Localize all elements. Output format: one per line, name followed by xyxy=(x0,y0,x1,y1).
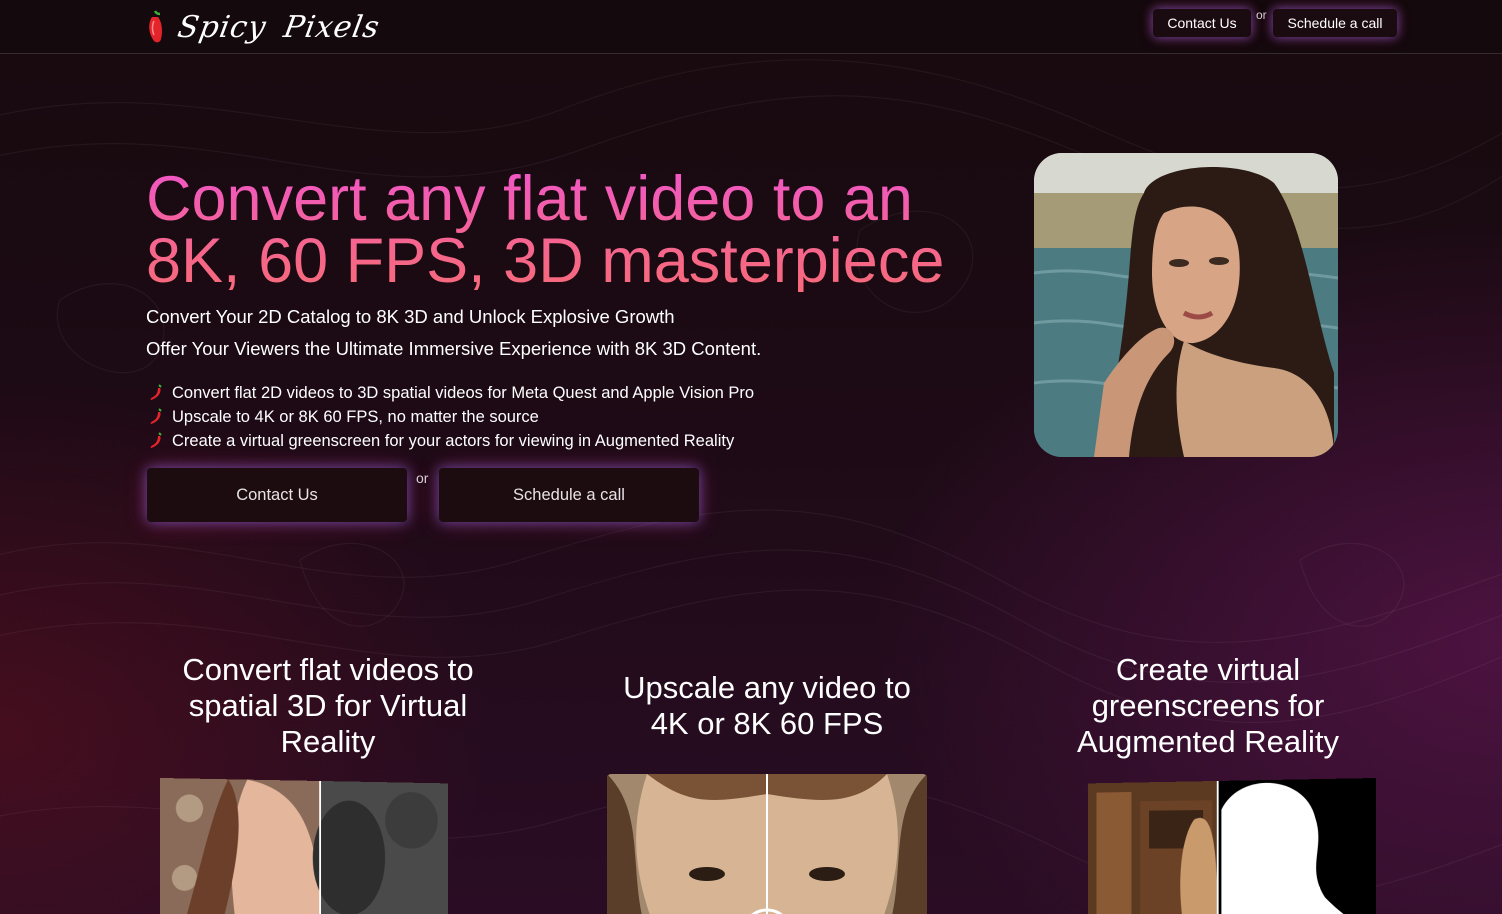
logo[interactable]: Spicy Pixels xyxy=(146,4,380,50)
bullet-text: Upscale to 4K or 8K 60 FPS, no matter th… xyxy=(172,408,539,427)
feature-title-line: Augmented Reality xyxy=(1077,724,1339,759)
feature-title-line: Reality xyxy=(281,724,376,759)
hero-portrait-image xyxy=(1034,153,1338,457)
header-schedule-button[interactable]: Schedule a call xyxy=(1273,9,1397,37)
feature-title-line: Create virtual xyxy=(1116,652,1300,687)
hero-title: Convert any flat video to an 8K, 60 FPS,… xyxy=(146,168,986,292)
greenscreen-preview xyxy=(1088,778,1376,914)
header-contact-button[interactable]: Contact Us xyxy=(1153,9,1251,37)
portrait-illustration xyxy=(1034,153,1338,457)
hero-title-line-2: 8K, 60 FPS, 3D masterpiece xyxy=(146,230,986,292)
list-item: Convert flat 2D videos to 3D spatial vid… xyxy=(148,381,754,405)
chili-pepper-icon xyxy=(146,9,166,45)
chili-pepper-icon xyxy=(148,408,164,426)
hero-subtitle-1: Convert Your 2D Catalog to 8K 3D and Unl… xyxy=(146,306,675,328)
hero-title-line-1: Convert any flat video to an xyxy=(146,168,986,230)
feature-bullet-list: Convert flat 2D videos to 3D spatial vid… xyxy=(148,381,754,453)
bullet-text: Convert flat 2D videos to 3D spatial vid… xyxy=(172,384,754,403)
feature-title-line: Upscale any video to xyxy=(623,670,911,705)
site-header: Spicy Pixels Contact Us or Schedule a cal… xyxy=(0,0,1502,54)
feature-title-upscale: Upscale any video to 4K or 8K 60 FPS xyxy=(587,670,947,742)
hero-subtitle-2: Offer Your Viewers the Ultimate Immersiv… xyxy=(146,338,761,360)
list-item: Create a virtual greenscreen for your ac… xyxy=(148,429,754,453)
chili-pepper-icon xyxy=(148,384,164,402)
logo-word-spicy: Spicy xyxy=(175,10,269,45)
chili-pepper-icon xyxy=(148,432,164,450)
feature-title-3d: Convert flat videos to spatial 3D for Vi… xyxy=(148,652,508,760)
bullet-text: Create a virtual greenscreen for your ac… xyxy=(172,432,734,451)
hero-contact-button[interactable]: Contact Us xyxy=(147,468,407,522)
depth-comparison-illustration xyxy=(160,778,448,914)
logo-word-pixels: Pixels xyxy=(281,10,383,45)
logo-text: Spicy Pixels xyxy=(175,10,383,45)
hero-schedule-button[interactable]: Schedule a call xyxy=(439,468,699,522)
upscale-preview xyxy=(607,774,927,914)
hero-or-label: or xyxy=(416,470,428,486)
feature-title-greenscreen: Create virtual greenscreens for Augmente… xyxy=(1028,652,1388,760)
feature-title-line: spatial 3D for Virtual xyxy=(189,688,468,723)
depth-map-preview xyxy=(160,778,448,914)
list-item: Upscale to 4K or 8K 60 FPS, no matter th… xyxy=(148,405,754,429)
header-or-label: or xyxy=(1256,8,1267,22)
feature-title-line: greenscreens for xyxy=(1092,688,1325,723)
greenscreen-comparison-illustration xyxy=(1088,778,1376,914)
feature-title-line: 4K or 8K 60 FPS xyxy=(651,706,884,741)
upscale-comparison-illustration xyxy=(607,774,927,914)
feature-title-line: Convert flat videos to xyxy=(182,652,473,687)
